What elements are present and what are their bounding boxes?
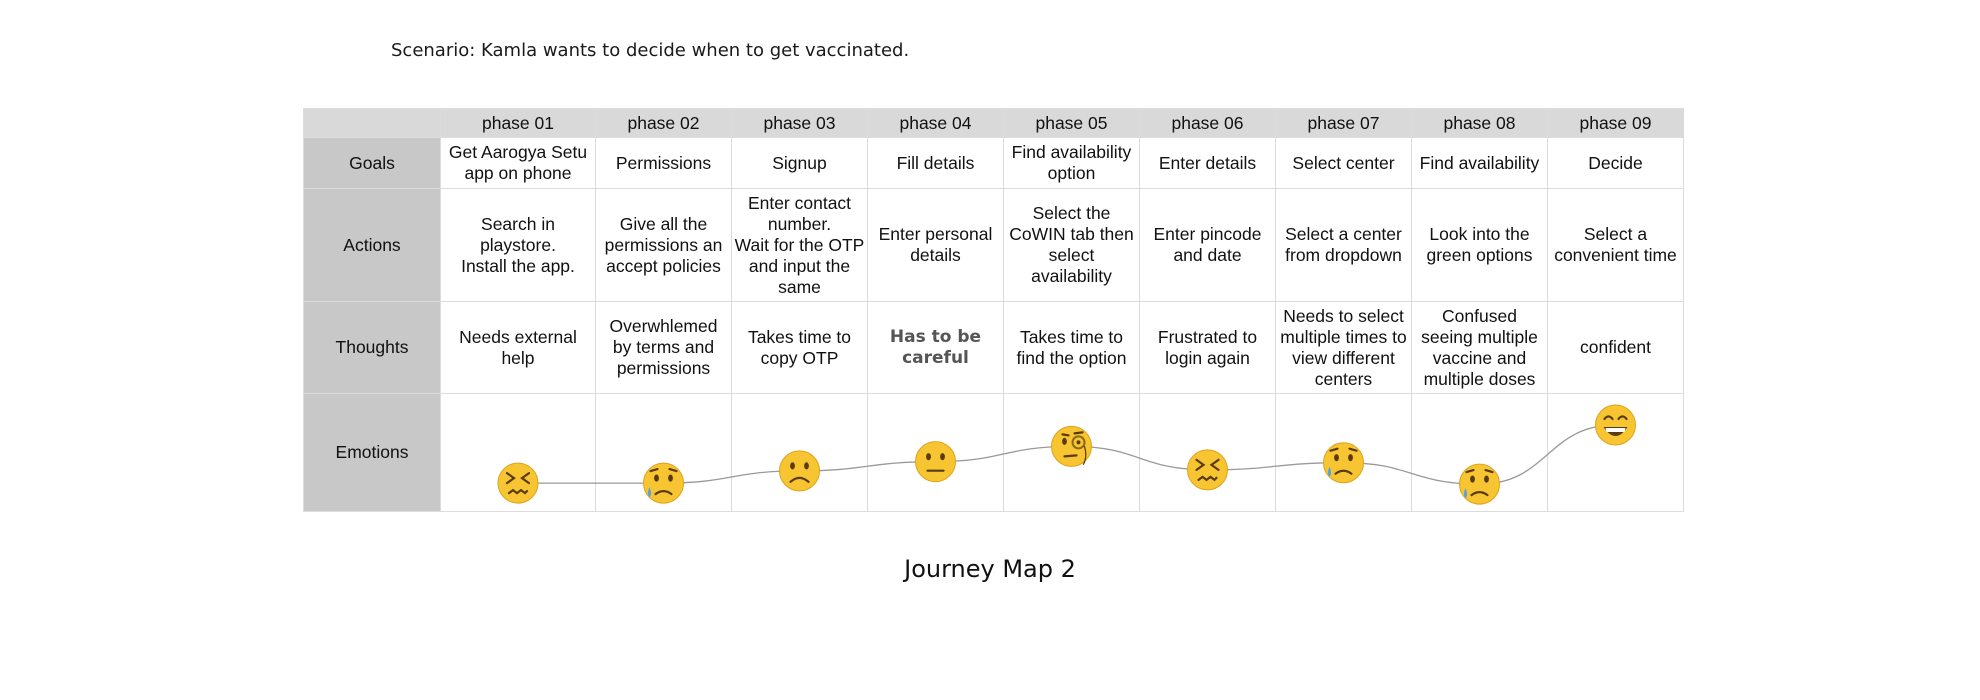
phase-header: phase 02 — [595, 108, 732, 138]
action-cell: Enter personal details — [867, 188, 1004, 302]
journey-map: phase 01 phase 02 phase 03 phase 04 phas… — [303, 108, 1684, 518]
emotions-row: Emotions — [303, 393, 1684, 512]
goal-cell: Find availability option — [1003, 137, 1140, 189]
goal-cell: Permissions — [595, 137, 732, 189]
phase-header: phase 07 — [1275, 108, 1412, 138]
thought-cell: Has to be careful — [867, 301, 1004, 394]
phase-header: phase 03 — [731, 108, 868, 138]
phase-header: phase 08 — [1411, 108, 1548, 138]
goal-cell: Find availability — [1411, 137, 1548, 189]
action-cell: Look into the green options — [1411, 188, 1548, 302]
goals-row: Goals Get Aarogya Setu app on phone Perm… — [303, 137, 1684, 189]
goal-cell: Select center — [1275, 137, 1412, 189]
row-label-actions: Actions — [303, 188, 441, 302]
action-cell: Enter pincode and date — [1139, 188, 1276, 302]
row-label-emotions: Emotions — [303, 393, 441, 512]
phase-header-row: phase 01 phase 02 phase 03 phase 04 phas… — [303, 108, 1684, 138]
action-cell: Give all the permissions an accept polic… — [595, 188, 732, 302]
goal-cell: Get Aarogya Setu app on phone — [440, 137, 596, 189]
action-cell: Select a center from dropdown — [1275, 188, 1412, 302]
goal-cell: Decide — [1547, 137, 1684, 189]
thought-cell: Frustrated to login again — [1139, 301, 1276, 394]
thought-cell: Needs external help — [440, 301, 596, 394]
action-cell: Search in playstore. Install the app. — [440, 188, 596, 302]
emotion-cell — [1547, 393, 1684, 512]
emotion-cell — [440, 393, 596, 512]
journey-map-table: phase 01 phase 02 phase 03 phase 04 phas… — [303, 108, 1684, 512]
row-label-goals: Goals — [303, 137, 441, 189]
thoughts-row: Thoughts Needs external help Overwhlemed… — [303, 301, 1684, 394]
goal-cell: Fill details — [867, 137, 1004, 189]
emotion-cell — [867, 393, 1004, 512]
phase-header: phase 09 — [1547, 108, 1684, 138]
scenario-text: Scenario: Kamla wants to decide when to … — [391, 40, 910, 61]
phase-header: phase 01 — [440, 108, 596, 138]
action-cell: Enter contact number. Wait for the OTP a… — [731, 188, 868, 302]
thought-cell: Overwhlemed by terms and permissions — [595, 301, 732, 394]
thought-cell: Confused seeing multiple vaccine and mul… — [1411, 301, 1548, 394]
action-cell: Select the CoWIN tab then select availab… — [1003, 188, 1140, 302]
phase-header: phase 06 — [1139, 108, 1276, 138]
phase-header: phase 05 — [1003, 108, 1140, 138]
action-cell: Select a convenient time — [1547, 188, 1684, 302]
goal-cell: Signup — [731, 137, 868, 189]
thought-cell: confident — [1547, 301, 1684, 394]
emotion-cell — [731, 393, 868, 512]
thought-cell: Takes time to find the option — [1003, 301, 1140, 394]
actions-row: Actions Search in playstore. Install the… — [303, 188, 1684, 302]
row-label-thoughts: Thoughts — [303, 301, 441, 394]
goal-cell: Enter details — [1139, 137, 1276, 189]
phase-header: phase 04 — [867, 108, 1004, 138]
diagram-caption: Journey Map 2 — [904, 555, 1076, 583]
emotion-cell — [1003, 393, 1140, 512]
emotion-cell — [1411, 393, 1548, 512]
emotion-cell — [1139, 393, 1276, 512]
thought-cell: Needs to select multiple times to view d… — [1275, 301, 1412, 394]
thought-cell: Takes time to copy OTP — [731, 301, 868, 394]
corner-cell — [303, 108, 441, 138]
emotion-cell — [1275, 393, 1412, 512]
emotion-cell — [595, 393, 732, 512]
